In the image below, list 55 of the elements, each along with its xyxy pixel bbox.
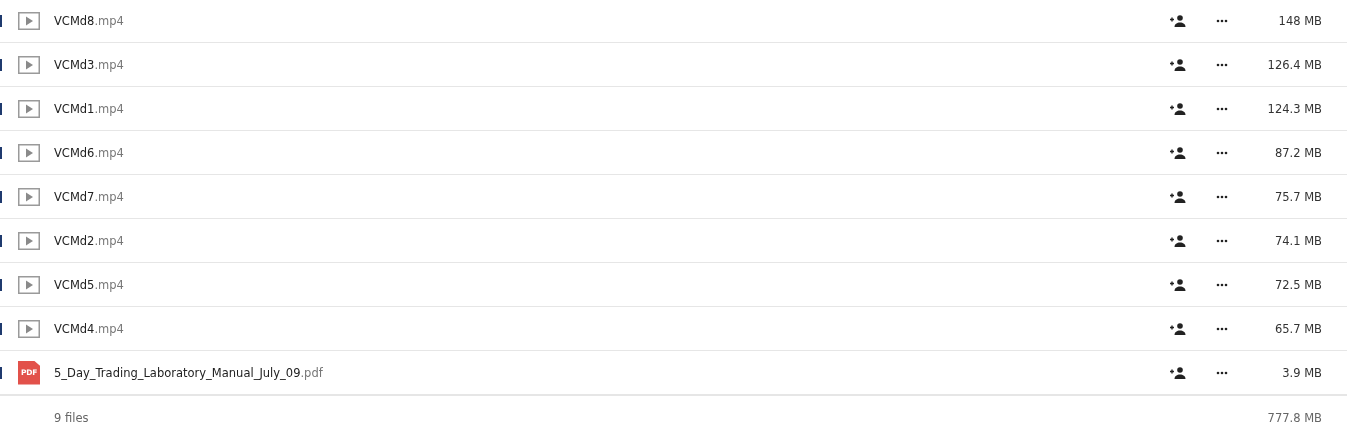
checkbox-edge[interactable]: [0, 278, 2, 291]
add-person-icon[interactable]: [1170, 102, 1186, 115]
more-icon[interactable]: [1216, 18, 1228, 23]
video-file-icon: [18, 231, 40, 250]
more-icon[interactable]: [1216, 106, 1228, 111]
file-size: 148 MB: [1277, 13, 1322, 28]
file-name[interactable]: VCMd5.mp4: [54, 277, 1170, 292]
add-person-icon[interactable]: [1170, 14, 1186, 27]
file-name[interactable]: VCMd3.mp4: [54, 57, 1170, 72]
more-icon[interactable]: [1216, 282, 1228, 287]
file-size: 3.9 MB: [1281, 365, 1322, 380]
more-icon[interactable]: [1216, 326, 1228, 331]
checkbox-edge[interactable]: [0, 102, 2, 115]
more-icon[interactable]: [1216, 370, 1228, 375]
add-person-icon[interactable]: [1170, 234, 1186, 247]
video-file-icon: [18, 319, 40, 338]
more-icon[interactable]: [1216, 150, 1228, 155]
file-size: 65.7 MB: [1273, 321, 1322, 336]
checkbox-edge[interactable]: [0, 322, 2, 335]
file-name[interactable]: VCMd8.mp4: [54, 13, 1170, 28]
file-name[interactable]: VCMd6.mp4: [54, 145, 1170, 160]
checkbox-edge[interactable]: [0, 14, 2, 27]
more-icon[interactable]: [1216, 194, 1228, 199]
add-person-icon[interactable]: [1170, 190, 1186, 203]
video-file-icon: [18, 11, 40, 30]
more-icon[interactable]: [1216, 238, 1228, 243]
file-size: 75.7 MB: [1273, 189, 1322, 204]
file-size: 74.1 MB: [1273, 233, 1322, 248]
file-size: 124.3 MB: [1266, 101, 1322, 116]
checkbox-edge[interactable]: [0, 146, 2, 159]
file-size: 126.4 MB: [1266, 57, 1322, 72]
add-person-icon[interactable]: [1170, 146, 1186, 159]
video-file-icon: [18, 275, 40, 294]
add-person-icon[interactable]: [1170, 322, 1186, 335]
file-count: 9 files: [54, 411, 90, 425]
checkbox-edge[interactable]: [0, 366, 2, 379]
add-person-icon[interactable]: [1170, 58, 1186, 71]
file-name[interactable]: VCMd4.mp4: [54, 321, 1170, 336]
video-file-icon: [18, 187, 40, 206]
checkbox-edge[interactable]: [0, 58, 2, 71]
file-name[interactable]: VCMd7.mp4: [54, 189, 1170, 204]
video-file-icon: [18, 55, 40, 74]
video-file-icon: [18, 143, 40, 162]
file-name[interactable]: VCMd1.mp4: [54, 101, 1170, 116]
video-file-icon: [18, 99, 40, 118]
more-icon[interactable]: [1216, 62, 1228, 67]
file-name[interactable]: 5_Day_Trading_Laboratory_Manual_July_09.pdf: [54, 365, 1170, 380]
add-person-icon[interactable]: [1170, 366, 1186, 379]
checkbox-edge[interactable]: [0, 190, 2, 203]
add-person-icon[interactable]: [1170, 278, 1186, 291]
total-size: 777.8 MB: [1267, 411, 1322, 425]
checkbox-edge[interactable]: [0, 234, 2, 247]
file-size: 87.2 MB: [1273, 145, 1322, 160]
file-name[interactable]: VCMd2.mp4: [54, 233, 1170, 248]
file-size: 72.5 MB: [1273, 277, 1322, 292]
